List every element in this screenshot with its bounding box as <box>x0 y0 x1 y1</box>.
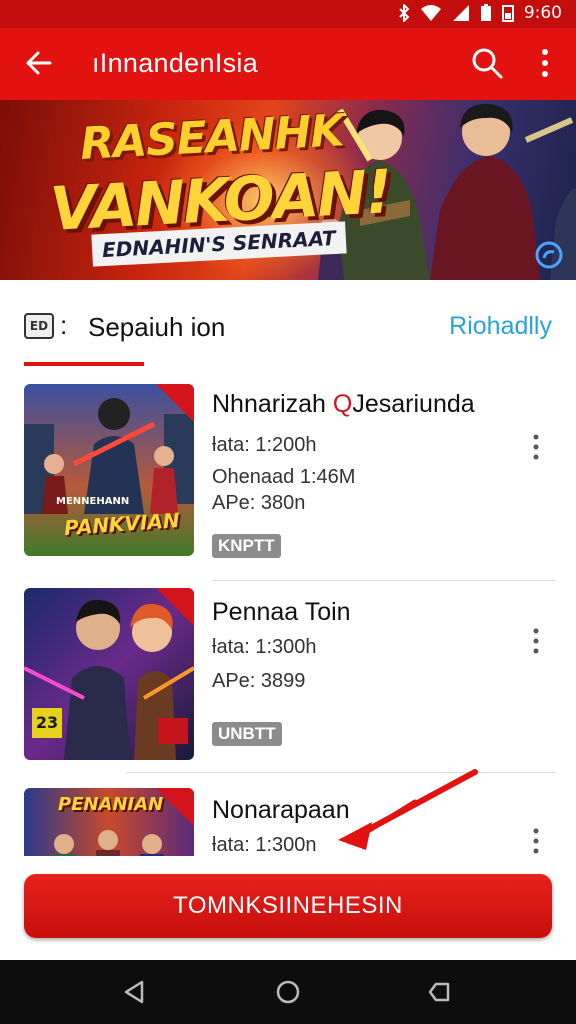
refresh-badge-icon <box>535 241 563 269</box>
item-title-text: Nhnarizah <box>212 390 326 418</box>
section-icon: ED <box>24 313 54 339</box>
item-thumbnail[interactable]: 23 <box>24 588 194 760</box>
list-item[interactable]: PENANIAN Nonarapaan ƚata: 1:300n <box>0 788 576 856</box>
item-divider <box>126 772 556 773</box>
clock: 9:60 <box>523 3 562 23</box>
item-thumbnail[interactable]: PENANIAN <box>24 788 194 856</box>
section-link[interactable]: Riohadlly <box>449 312 552 341</box>
section-title: Sepaiuh ion <box>88 312 226 342</box>
thumbnail-number-badge: 23 <box>32 708 62 738</box>
bluetooth-icon <box>399 4 410 22</box>
app-bar: ıInnandenIsia <box>0 28 576 100</box>
triangle-back-icon[interactable] <box>118 976 150 1008</box>
item-title: Nhnarizah QJesariunda <box>212 390 475 419</box>
more-vertical-icon[interactable] <box>530 46 560 80</box>
status-icons: 9:60 <box>398 3 562 23</box>
item-meta-line: APe: 380n <box>212 492 306 514</box>
wifi-icon <box>420 5 441 21</box>
status-bar: 9:60 <box>0 0 576 28</box>
item-meta-line: ƚata: 1:200h <box>212 434 317 456</box>
footer: TOMNKSIINEHESIN <box>0 856 576 960</box>
page-title: ıInnandenIsia <box>92 48 259 78</box>
hero-banner[interactable]: RASEANHK VANKOAN! EDNAHIN'S SENRAAT <box>0 100 576 280</box>
item-meta-line: APe: 3899 <box>212 670 306 692</box>
search-icon[interactable] <box>470 46 504 80</box>
item-meta-line: ƚata: 1:300n <box>212 834 317 856</box>
thumbnail-red-label <box>158 718 188 744</box>
battery-saver-icon <box>501 5 514 22</box>
thumbnail-ribbon <box>156 384 194 422</box>
thumbnail-caption-small: MENNEHANN <box>56 496 130 507</box>
battery-icon <box>480 4 491 21</box>
signal-icon <box>452 5 469 21</box>
list-item[interactable]: MENNEHANN PANKVIAN Nhnarizah QJesariunda… <box>0 384 576 581</box>
item-tag: UNBTT <box>212 722 282 746</box>
more-vertical-icon[interactable] <box>526 626 546 656</box>
thumbnail-ribbon <box>156 788 194 826</box>
item-divider <box>212 580 556 581</box>
item-meta-line: ƚata: 1:300h <box>212 636 317 658</box>
section-header: ED : Sepaiuh ion Riohadlly <box>0 280 576 376</box>
thumbnail-caption: PENANIAN <box>58 794 164 815</box>
recents-icon[interactable] <box>424 976 456 1008</box>
item-title: Pennaa Toin <box>212 598 351 626</box>
thumbnail-ribbon <box>156 588 194 626</box>
more-vertical-icon[interactable] <box>526 826 546 856</box>
item-tag: KNPTT <box>212 534 281 558</box>
system-nav-bar <box>0 960 576 1024</box>
more-vertical-icon[interactable] <box>526 432 546 462</box>
item-title-badge: Q <box>332 390 353 418</box>
item-meta-line: Ohenaad 1:46M <box>212 466 356 488</box>
item-title-suffix: Jesariunda <box>352 390 475 418</box>
primary-action-button[interactable]: TOMNKSIINEHESIN <box>24 874 552 938</box>
arrow-left-icon[interactable] <box>22 46 56 80</box>
item-title: Nonarapaan <box>212 796 350 824</box>
section-tab-indicator <box>24 362 144 366</box>
list-item[interactable]: 23 Pennaa Toin ƚata: 1:300h APe: 3899 UN… <box>0 588 576 784</box>
item-thumbnail[interactable]: MENNEHANN PANKVIAN <box>24 384 194 556</box>
section-colon: : <box>60 310 68 340</box>
circle-home-icon[interactable] <box>272 976 304 1008</box>
